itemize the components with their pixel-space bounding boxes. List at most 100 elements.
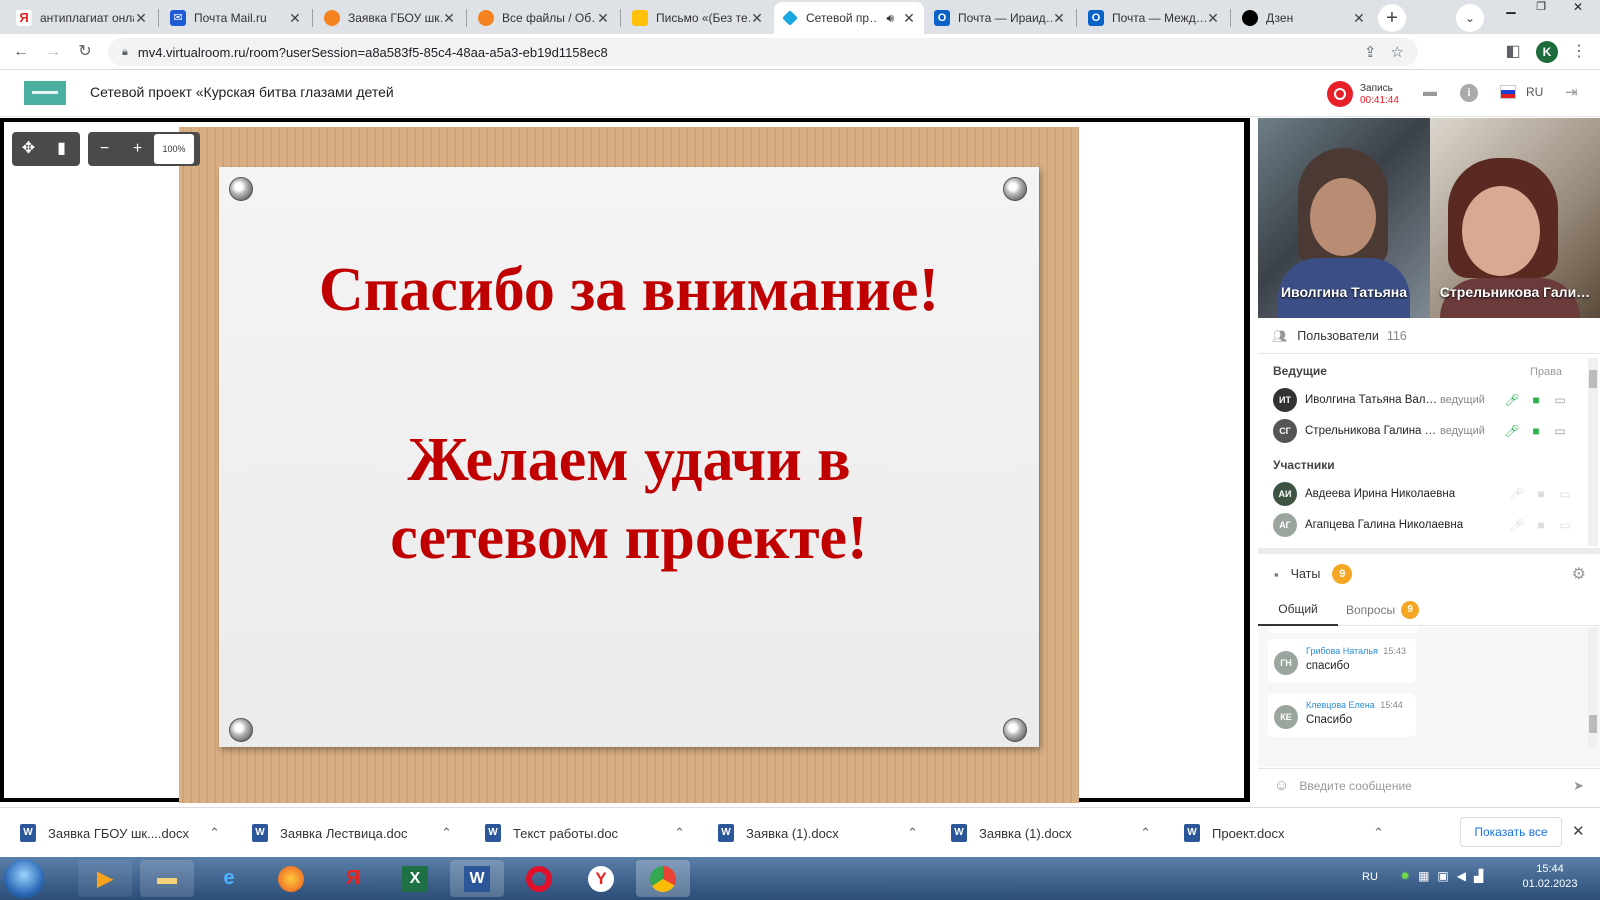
restore-icon[interactable]: ❐: [1526, 0, 1556, 18]
input-language[interactable]: RU: [1362, 871, 1378, 883]
close-icon[interactable]: ✕: [288, 10, 302, 27]
user-row[interactable]: АИ Авдеева Ирина Николаевна 🎤︎ ■ ▭: [1273, 480, 1578, 508]
download-item[interactable]: W Заявка ГБОУ шк....docx ⌃: [20, 816, 220, 850]
microphone-icon[interactable]: 🎤︎: [1505, 487, 1529, 501]
bookmark-star-icon[interactable]: ☆: [1391, 43, 1404, 61]
user-row[interactable]: ИТ Иволгина Татьяна Вал… ведущий 🎤︎ ■ ▭: [1273, 386, 1578, 414]
close-icon[interactable]: ✕: [1206, 10, 1220, 27]
tray-icon[interactable]: ✹: [1400, 869, 1410, 883]
chevron-up-icon[interactable]: ⌃: [674, 825, 685, 841]
network-icon[interactable]: ▦: [1418, 869, 1429, 883]
zoom-level[interactable]: 100%: [154, 134, 194, 164]
message-input[interactable]: Введите сообщение: [1299, 779, 1573, 793]
browser-tab[interactable]: ✉ Почта Mail.ru ✕: [162, 2, 310, 34]
new-tab-button[interactable]: +: [1378, 4, 1406, 32]
close-icon[interactable]: ✕: [1352, 10, 1366, 27]
message-author[interactable]: Грибова Наталья: [1306, 646, 1378, 656]
camera-icon[interactable]: ■: [1524, 424, 1548, 438]
share-icon[interactable]: ⇪: [1364, 43, 1377, 61]
browser-tab[interactable]: Все файлы / Об… ✕: [470, 2, 618, 34]
download-item[interactable]: W Проект.docx ⌃: [1184, 816, 1384, 850]
settings-gear-icon[interactable]: ⚙: [1572, 564, 1586, 584]
media-player-icon[interactable]: ▶: [78, 860, 132, 897]
signal-icon[interactable]: ▟: [1474, 869, 1483, 883]
yandex-icon[interactable]: Я: [326, 860, 380, 897]
chevron-up-icon[interactable]: ⌃: [209, 825, 220, 841]
camera-icon[interactable]: ■: [1524, 393, 1548, 407]
minimize-icon[interactable]: ▁: [1496, 0, 1526, 18]
excel-icon[interactable]: X: [388, 860, 442, 897]
download-item[interactable]: W Заявка Лествица.doc ⌃: [252, 816, 452, 850]
language-label[interactable]: RU: [1526, 85, 1543, 99]
download-item[interactable]: W Заявка (1).docx ⌃: [951, 816, 1151, 850]
back-icon[interactable]: ←: [10, 41, 32, 63]
user-row[interactable]: СГ Стрельникова Галина … ведущий 🎤︎ ■ ▭: [1273, 417, 1578, 445]
printer-icon[interactable]: ▣: [1437, 869, 1448, 883]
zoom-out-button[interactable]: −: [88, 132, 121, 166]
close-icon[interactable]: ✕: [596, 10, 610, 27]
microphone-icon[interactable]: 🎤︎: [1500, 393, 1524, 407]
forward-icon[interactable]: →: [42, 41, 64, 63]
reload-icon[interactable]: ↻: [74, 41, 96, 63]
users-scrollbar[interactable]: [1588, 358, 1598, 546]
window-close-icon[interactable]: ✕: [1556, 0, 1600, 18]
yandex-browser-icon[interactable]: Y: [574, 860, 628, 897]
start-button[interactable]: [4, 859, 44, 899]
download-item[interactable]: W Заявка (1).docx ⌃: [718, 816, 918, 850]
user-row[interactable]: АГ Агапцева Галина Николаевна 🎤︎ ■ ▭: [1273, 511, 1578, 539]
browser-tab[interactable]: Письмо «(Без те… ✕: [624, 2, 772, 34]
browser-tab[interactable]: Дзен ✕: [1234, 2, 1374, 34]
close-icon[interactable]: ✕: [1572, 822, 1585, 840]
screen-share-icon[interactable]: ▭: [1553, 518, 1577, 532]
screen-share-icon[interactable]: ▭: [1548, 393, 1572, 407]
browser-tab[interactable]: Заявка ГБОУ шк… ✕: [316, 2, 464, 34]
zoom-in-button[interactable]: +: [121, 132, 154, 166]
speaker-icon[interactable]: 🔊︎: [886, 11, 894, 26]
menu-icon[interactable]: ⋮: [1568, 41, 1590, 63]
close-icon[interactable]: ✕: [442, 10, 456, 27]
close-icon[interactable]: ✕: [902, 10, 916, 27]
video-tile[interactable]: Стрельникова Гали…: [1430, 118, 1600, 318]
folder-icon[interactable]: ▬: [1420, 83, 1440, 103]
microphone-icon[interactable]: 🎤︎: [1500, 424, 1524, 438]
microphone-icon[interactable]: 🎤︎: [1505, 518, 1529, 532]
browser-tab[interactable]: Я антиплагиат онлайн ✕: [8, 2, 156, 34]
sidepanel-icon[interactable]: ◧: [1502, 41, 1524, 63]
tab-general[interactable]: Общий: [1258, 594, 1338, 626]
chevron-up-icon[interactable]: ⌃: [441, 825, 452, 841]
tab-search-button[interactable]: ⌄: [1456, 4, 1484, 32]
chat-scrollbar[interactable]: [1588, 627, 1598, 747]
info-icon[interactable]: i: [1460, 84, 1478, 102]
tab-questions[interactable]: Вопросы 9: [1340, 594, 1440, 626]
browser-tab[interactable]: O Почта — Ираид… ✕: [926, 2, 1074, 34]
explorer-folder-icon[interactable]: ▬: [140, 860, 194, 897]
exit-icon[interactable]: ⇥: [1565, 83, 1578, 101]
fit-icon[interactable]: ▮: [45, 132, 78, 166]
close-icon[interactable]: ✕: [134, 10, 148, 27]
volume-icon[interactable]: ◀: [1457, 869, 1466, 883]
chrome-icon[interactable]: [636, 860, 690, 897]
close-icon[interactable]: ✕: [1052, 10, 1066, 27]
ie-browser-icon[interactable]: e: [202, 860, 256, 897]
profile-avatar[interactable]: K: [1536, 41, 1558, 63]
browser-tab[interactable]: O Почта — Межд… ✕: [1080, 2, 1228, 34]
close-icon[interactable]: ✕: [750, 10, 764, 27]
video-tile[interactable]: Иволгина Татьяна: [1258, 118, 1430, 318]
move-icon[interactable]: ✥: [12, 132, 45, 166]
russia-flag-icon[interactable]: [1500, 85, 1516, 99]
clock[interactable]: 15:44 01.02.2023: [1518, 863, 1582, 890]
users-header[interactable]: 👥︎ Пользователи 116: [1258, 318, 1600, 354]
download-item[interactable]: W Текст работы.doc ⌃: [485, 816, 685, 850]
record-icon[interactable]: [1327, 81, 1353, 107]
word-icon[interactable]: W: [450, 860, 504, 897]
screen-share-icon[interactable]: ▭: [1553, 487, 1577, 501]
message-author[interactable]: Клевцова Елена: [1306, 700, 1375, 710]
chevron-up-icon[interactable]: ⌃: [1373, 825, 1384, 841]
opera-icon[interactable]: [512, 860, 566, 897]
firefox-icon[interactable]: [264, 860, 318, 897]
chevron-up-icon[interactable]: ⌃: [1140, 825, 1151, 841]
url-bar[interactable]: 🔒︎ mv4.virtualroom.ru/room?userSession=a…: [108, 38, 1418, 66]
camera-icon[interactable]: ■: [1529, 487, 1553, 501]
chevron-up-icon[interactable]: ⌃: [907, 825, 918, 841]
show-all-button[interactable]: Показать все: [1460, 817, 1562, 847]
